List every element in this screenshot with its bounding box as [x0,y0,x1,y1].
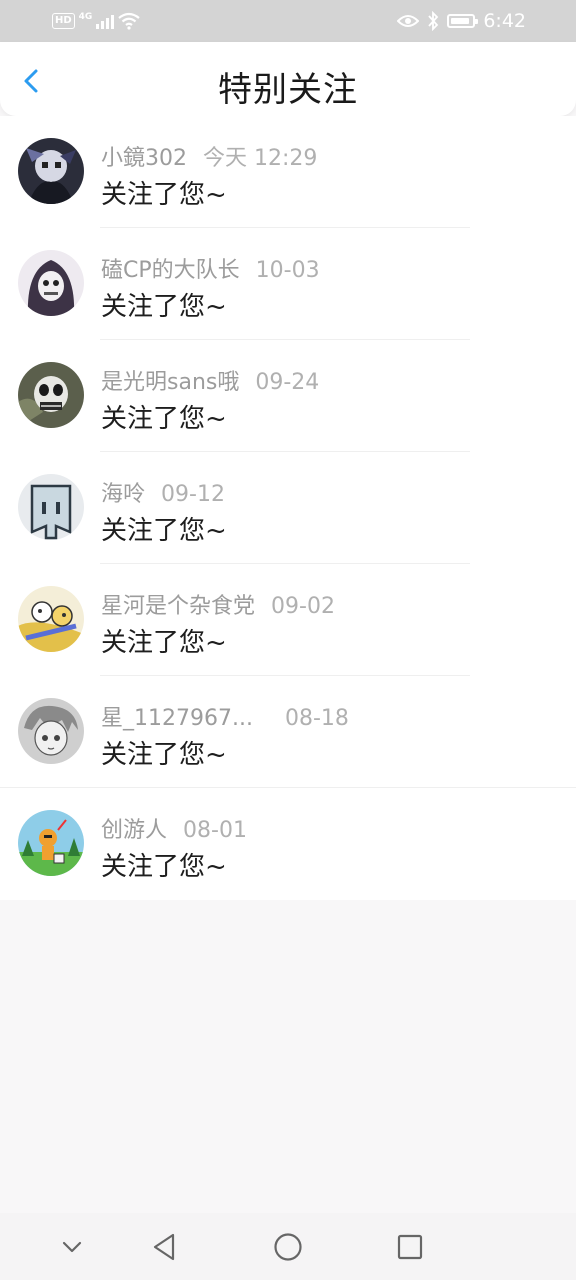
avatar[interactable] [18,810,84,876]
system-nav-bar [0,1213,576,1280]
status-left: HD 4G [52,10,141,32]
list-item[interactable]: 是光明sans哦 09-24 关注了您~ [0,340,576,452]
avatar[interactable] [18,250,84,316]
skull-avatar-icon [18,362,84,428]
item-message: 关注了您~ [101,516,227,546]
item-header: 小鏡302 今天 12:29 [101,140,317,172]
item-message: 关注了您~ [101,628,227,658]
list-item[interactable]: 创游人 08-01 关注了您~ [0,788,576,900]
pixel-game-avatar-icon [18,810,84,876]
avatar[interactable] [18,138,84,204]
status-time: 6:42 [483,10,526,32]
item-header: 海呤 09-12 [101,476,225,508]
item-date: 08-18 [284,706,349,731]
status-right: 6:42 [397,8,526,34]
nav-back-button[interactable] [147,1229,183,1265]
list-item[interactable]: 星河是个杂食党 09-02 关注了您~ [0,564,576,676]
item-header: 创游人 08-01 [101,812,247,844]
page-title: 特别关注 [218,70,358,110]
user-name[interactable]: 是光明sans哦 [101,370,239,395]
user-name[interactable]: 小鏡302 [101,146,187,171]
signal-icon [96,13,115,29]
user-name[interactable]: 星_1127967... [101,706,253,731]
nav-recents-button[interactable] [392,1229,428,1265]
avatar[interactable] [18,362,84,428]
item-header: 星_1127967... 08-18 [101,700,349,732]
item-message: 关注了您~ [101,852,227,882]
avatar[interactable] [18,474,84,540]
item-date: 10-03 [255,258,320,283]
network-type: 4G [78,12,93,22]
item-message: 关注了您~ [101,404,227,434]
follow-list: 小鏡302 今天 12:29 关注了您~ 磕CP的大队长 10-03 关注了您~ [0,116,576,900]
status-bar: HD 4G 6:42 [0,0,576,42]
header: 特别关注 [0,42,576,116]
bluetooth-icon [428,11,439,31]
user-name[interactable]: 海呤 [101,482,145,507]
battery-icon [447,14,479,28]
chevron-down-icon [62,1241,82,1253]
home-circle-icon [274,1233,302,1261]
list-item[interactable]: 磕CP的大队长 10-03 关注了您~ [0,228,576,340]
user-name[interactable]: 创游人 [101,818,167,843]
list-item[interactable]: 海呤 09-12 关注了您~ [0,452,576,564]
item-message: 关注了您~ [101,292,227,322]
colorful-character-avatar-icon [18,586,84,652]
item-date: 09-12 [161,482,225,507]
list-item[interactable]: 星_1127967... 08-18 关注了您~ [0,676,576,788]
item-header: 是光明sans哦 09-24 [101,364,319,396]
recents-square-icon [397,1234,423,1260]
item-message: 关注了您~ [101,740,227,770]
sketch-character-avatar-icon [18,698,84,764]
back-triangle-icon [153,1233,175,1261]
wifi-icon [118,12,141,30]
box-face-avatar-icon [18,474,84,540]
nav-home-button[interactable] [270,1229,306,1265]
item-date: 08-01 [183,818,247,843]
item-header: 磕CP的大队长 10-03 [101,252,320,284]
user-name[interactable]: 磕CP的大队长 [101,258,240,283]
hd-badge: HD [52,13,75,29]
list-item[interactable]: 小鏡302 今天 12:29 关注了您~ [0,116,576,228]
avatar[interactable] [18,586,84,652]
user-name[interactable]: 星河是个杂食党 [101,594,255,619]
item-date: 09-24 [255,370,320,395]
item-header: 星河是个杂食党 09-02 [101,588,335,620]
item-date: 今天 12:29 [203,146,318,171]
dark-character-avatar-icon [18,138,84,204]
item-date: 09-02 [271,594,335,619]
nav-collapse-button[interactable] [54,1229,90,1265]
avatar[interactable] [18,698,84,764]
item-message: 关注了您~ [101,180,227,210]
eye-icon [397,15,420,27]
hooded-skeleton-avatar-icon [18,250,84,316]
